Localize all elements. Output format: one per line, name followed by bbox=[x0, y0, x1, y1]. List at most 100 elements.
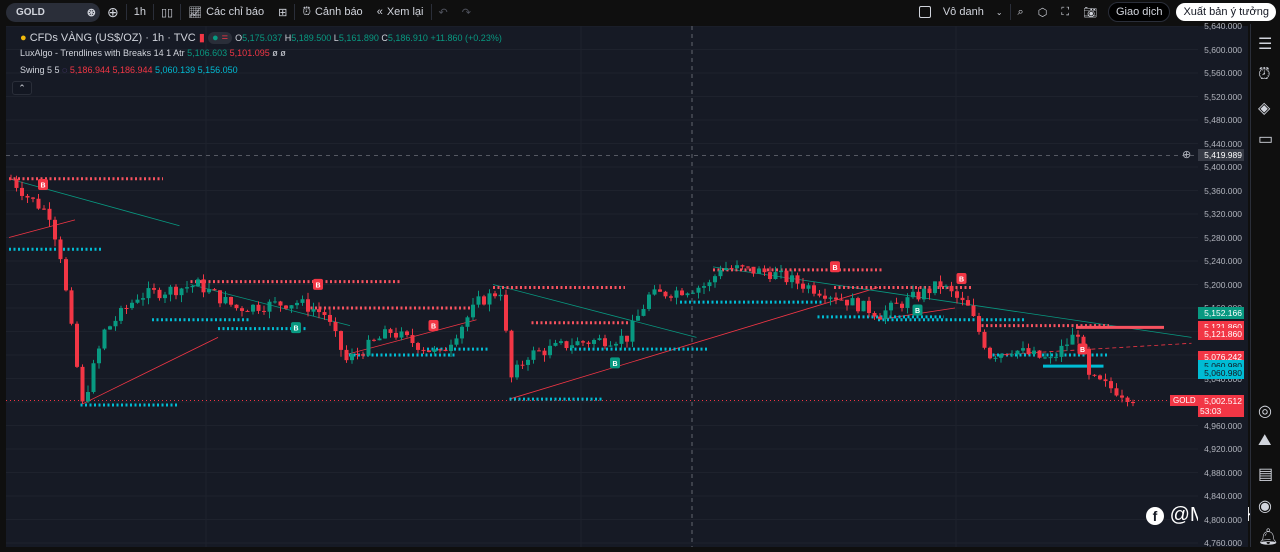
candle bbox=[707, 282, 712, 287]
quick-search-button[interactable]: ⌕ bbox=[1011, 1, 1031, 23]
indicators-button[interactable]: 📈︎ Các chỉ báo bbox=[181, 1, 271, 23]
alerts-button[interactable]: ⏰︎ Cảnh báo bbox=[295, 1, 369, 23]
candle bbox=[1109, 381, 1113, 389]
candle bbox=[575, 341, 580, 346]
candle bbox=[36, 198, 41, 209]
settings-button[interactable]: ⬡ bbox=[1031, 1, 1055, 23]
candle bbox=[97, 348, 101, 364]
candle bbox=[515, 364, 519, 378]
price-tick: 5,400.000 bbox=[1204, 162, 1242, 172]
layers-icon[interactable]: ◈ bbox=[1258, 98, 1274, 117]
candle bbox=[944, 285, 948, 287]
candle bbox=[311, 309, 316, 312]
candle bbox=[141, 298, 145, 300]
candle bbox=[658, 289, 662, 292]
candle bbox=[1065, 344, 1069, 346]
candle bbox=[471, 304, 475, 318]
streams-icon[interactable]: ◉ bbox=[1258, 496, 1274, 515]
indicator-legend-swing[interactable]: Swing 5 5 ◌ 5,186.944 5,186.944 5,060.13… bbox=[20, 65, 238, 75]
top-toolbar: GOLD ⊛ ⊕ 1h ▯▯ 📈︎ Các chỉ báo ⊞ ⏰︎ Cảnh báo… bbox=[0, 0, 1280, 24]
candle bbox=[465, 317, 470, 327]
price-tick: 5,560.000 bbox=[1204, 68, 1242, 78]
trendline bbox=[8, 219, 76, 238]
watchlist-icon[interactable]: ☰ bbox=[1258, 34, 1274, 53]
symbol-legend: ● CFDs VÀNG (US$/OZ) · 1h · TVC ▮ ● = O5… bbox=[20, 31, 502, 44]
alarm-icon: ⏰︎ bbox=[302, 5, 311, 18]
screenshot-button[interactable]: 📷︎ bbox=[1076, 1, 1104, 23]
add-symbol-button[interactable]: ⊕ bbox=[100, 1, 126, 23]
candle bbox=[344, 349, 349, 361]
candle bbox=[1021, 348, 1025, 351]
indicator-value: 5,186.944 bbox=[112, 65, 153, 75]
break-marker-label: B bbox=[293, 326, 298, 333]
candle bbox=[317, 309, 321, 313]
candle bbox=[460, 326, 464, 339]
candle bbox=[416, 343, 420, 350]
collapse-legend-button[interactable]: ⌃ bbox=[12, 81, 32, 95]
trade-button[interactable]: Giao dịch bbox=[1107, 2, 1171, 22]
candle bbox=[262, 310, 266, 312]
candle bbox=[570, 345, 574, 349]
interval-button[interactable]: 1h bbox=[127, 1, 153, 23]
candle bbox=[476, 296, 481, 305]
candle bbox=[509, 330, 514, 378]
grid-icon: ⊞ bbox=[278, 6, 288, 19]
indicator-value: 5,060.139 bbox=[155, 65, 196, 75]
candle bbox=[223, 297, 228, 304]
candle bbox=[240, 308, 244, 311]
candle bbox=[284, 305, 288, 309]
candle bbox=[163, 294, 167, 299]
candle bbox=[531, 350, 536, 360]
undo-icon: ↶ bbox=[438, 6, 448, 19]
indicators-icon: 📈︎ bbox=[188, 6, 203, 19]
candle bbox=[1103, 379, 1108, 382]
symbol-text: GOLD bbox=[16, 6, 45, 18]
ideas-icon[interactable]: ⛰︎ bbox=[1258, 432, 1274, 449]
candle bbox=[861, 300, 866, 312]
candle bbox=[64, 259, 68, 291]
price-tick: 5,520.000 bbox=[1204, 91, 1242, 102]
notifications-icon[interactable]: 🔔︎ bbox=[1258, 527, 1278, 546]
candle bbox=[9, 178, 13, 180]
candle bbox=[328, 314, 332, 322]
price-chart[interactable]: B B B B B B B B B bbox=[6, 25, 1198, 547]
candle bbox=[174, 286, 178, 296]
symbol-search[interactable]: GOLD ⊛ bbox=[6, 2, 100, 22]
search-icon: ⌕ bbox=[1017, 5, 1024, 18]
candle bbox=[405, 331, 409, 336]
alerts-label: Cảnh báo bbox=[314, 6, 363, 18]
price-tick: 5,320.000 bbox=[1204, 209, 1242, 219]
candle bbox=[278, 301, 283, 306]
calendar-icon[interactable]: ▤ bbox=[1258, 464, 1274, 483]
candle bbox=[900, 303, 904, 308]
undo-button[interactable]: ↶ bbox=[432, 1, 455, 23]
chart-type-button[interactable]: ▯▯ bbox=[154, 1, 180, 23]
candle bbox=[1070, 334, 1075, 345]
publish-idea-button[interactable]: Xuất bản ý tưởng bbox=[1176, 3, 1276, 21]
candle bbox=[823, 295, 827, 299]
templates-button[interactable]: ⊞ bbox=[271, 1, 294, 23]
layout-button[interactable]: Vô danh ⌄ bbox=[912, 1, 1010, 23]
alarm-clock-icon[interactable]: ⏰︎ bbox=[1258, 66, 1274, 83]
target-icon[interactable]: ◎ bbox=[1258, 401, 1274, 420]
chart-pane[interactable]: B B B B B B B B B ● CFDs VÀNG (US$/OZ) · 1h · TV… bbox=[6, 25, 1259, 547]
candle bbox=[355, 353, 360, 355]
candle bbox=[559, 341, 563, 343]
candle bbox=[42, 208, 46, 210]
trendline bbox=[8, 178, 180, 227]
fullscreen-button[interactable]: ⛶ bbox=[1054, 1, 1076, 23]
break-marker-label: B bbox=[915, 308, 920, 315]
chat-icon[interactable]: ▭ bbox=[1258, 129, 1274, 148]
candle bbox=[1043, 357, 1047, 359]
candle bbox=[911, 291, 915, 298]
break-marker-label: B bbox=[612, 361, 617, 368]
redo-icon: ↷ bbox=[461, 6, 471, 19]
add-alert-icon[interactable]: ⊕ bbox=[1182, 148, 1191, 161]
price-axis[interactable]: 5,640.000 5,600.000 5,560.000 5,520.000 5,48… bbox=[1170, 21, 1248, 548]
replay-button[interactable]: «Xem lại bbox=[370, 1, 431, 23]
redo-button[interactable]: ↷ bbox=[455, 1, 478, 23]
indicator-legend-trendlines[interactable]: LuxAlgo - Trendlines with Breaks 14 1 At… bbox=[20, 48, 286, 58]
candle bbox=[713, 276, 717, 283]
candle bbox=[152, 288, 156, 290]
level-price-label: 5,152.166 bbox=[1198, 306, 1244, 319]
